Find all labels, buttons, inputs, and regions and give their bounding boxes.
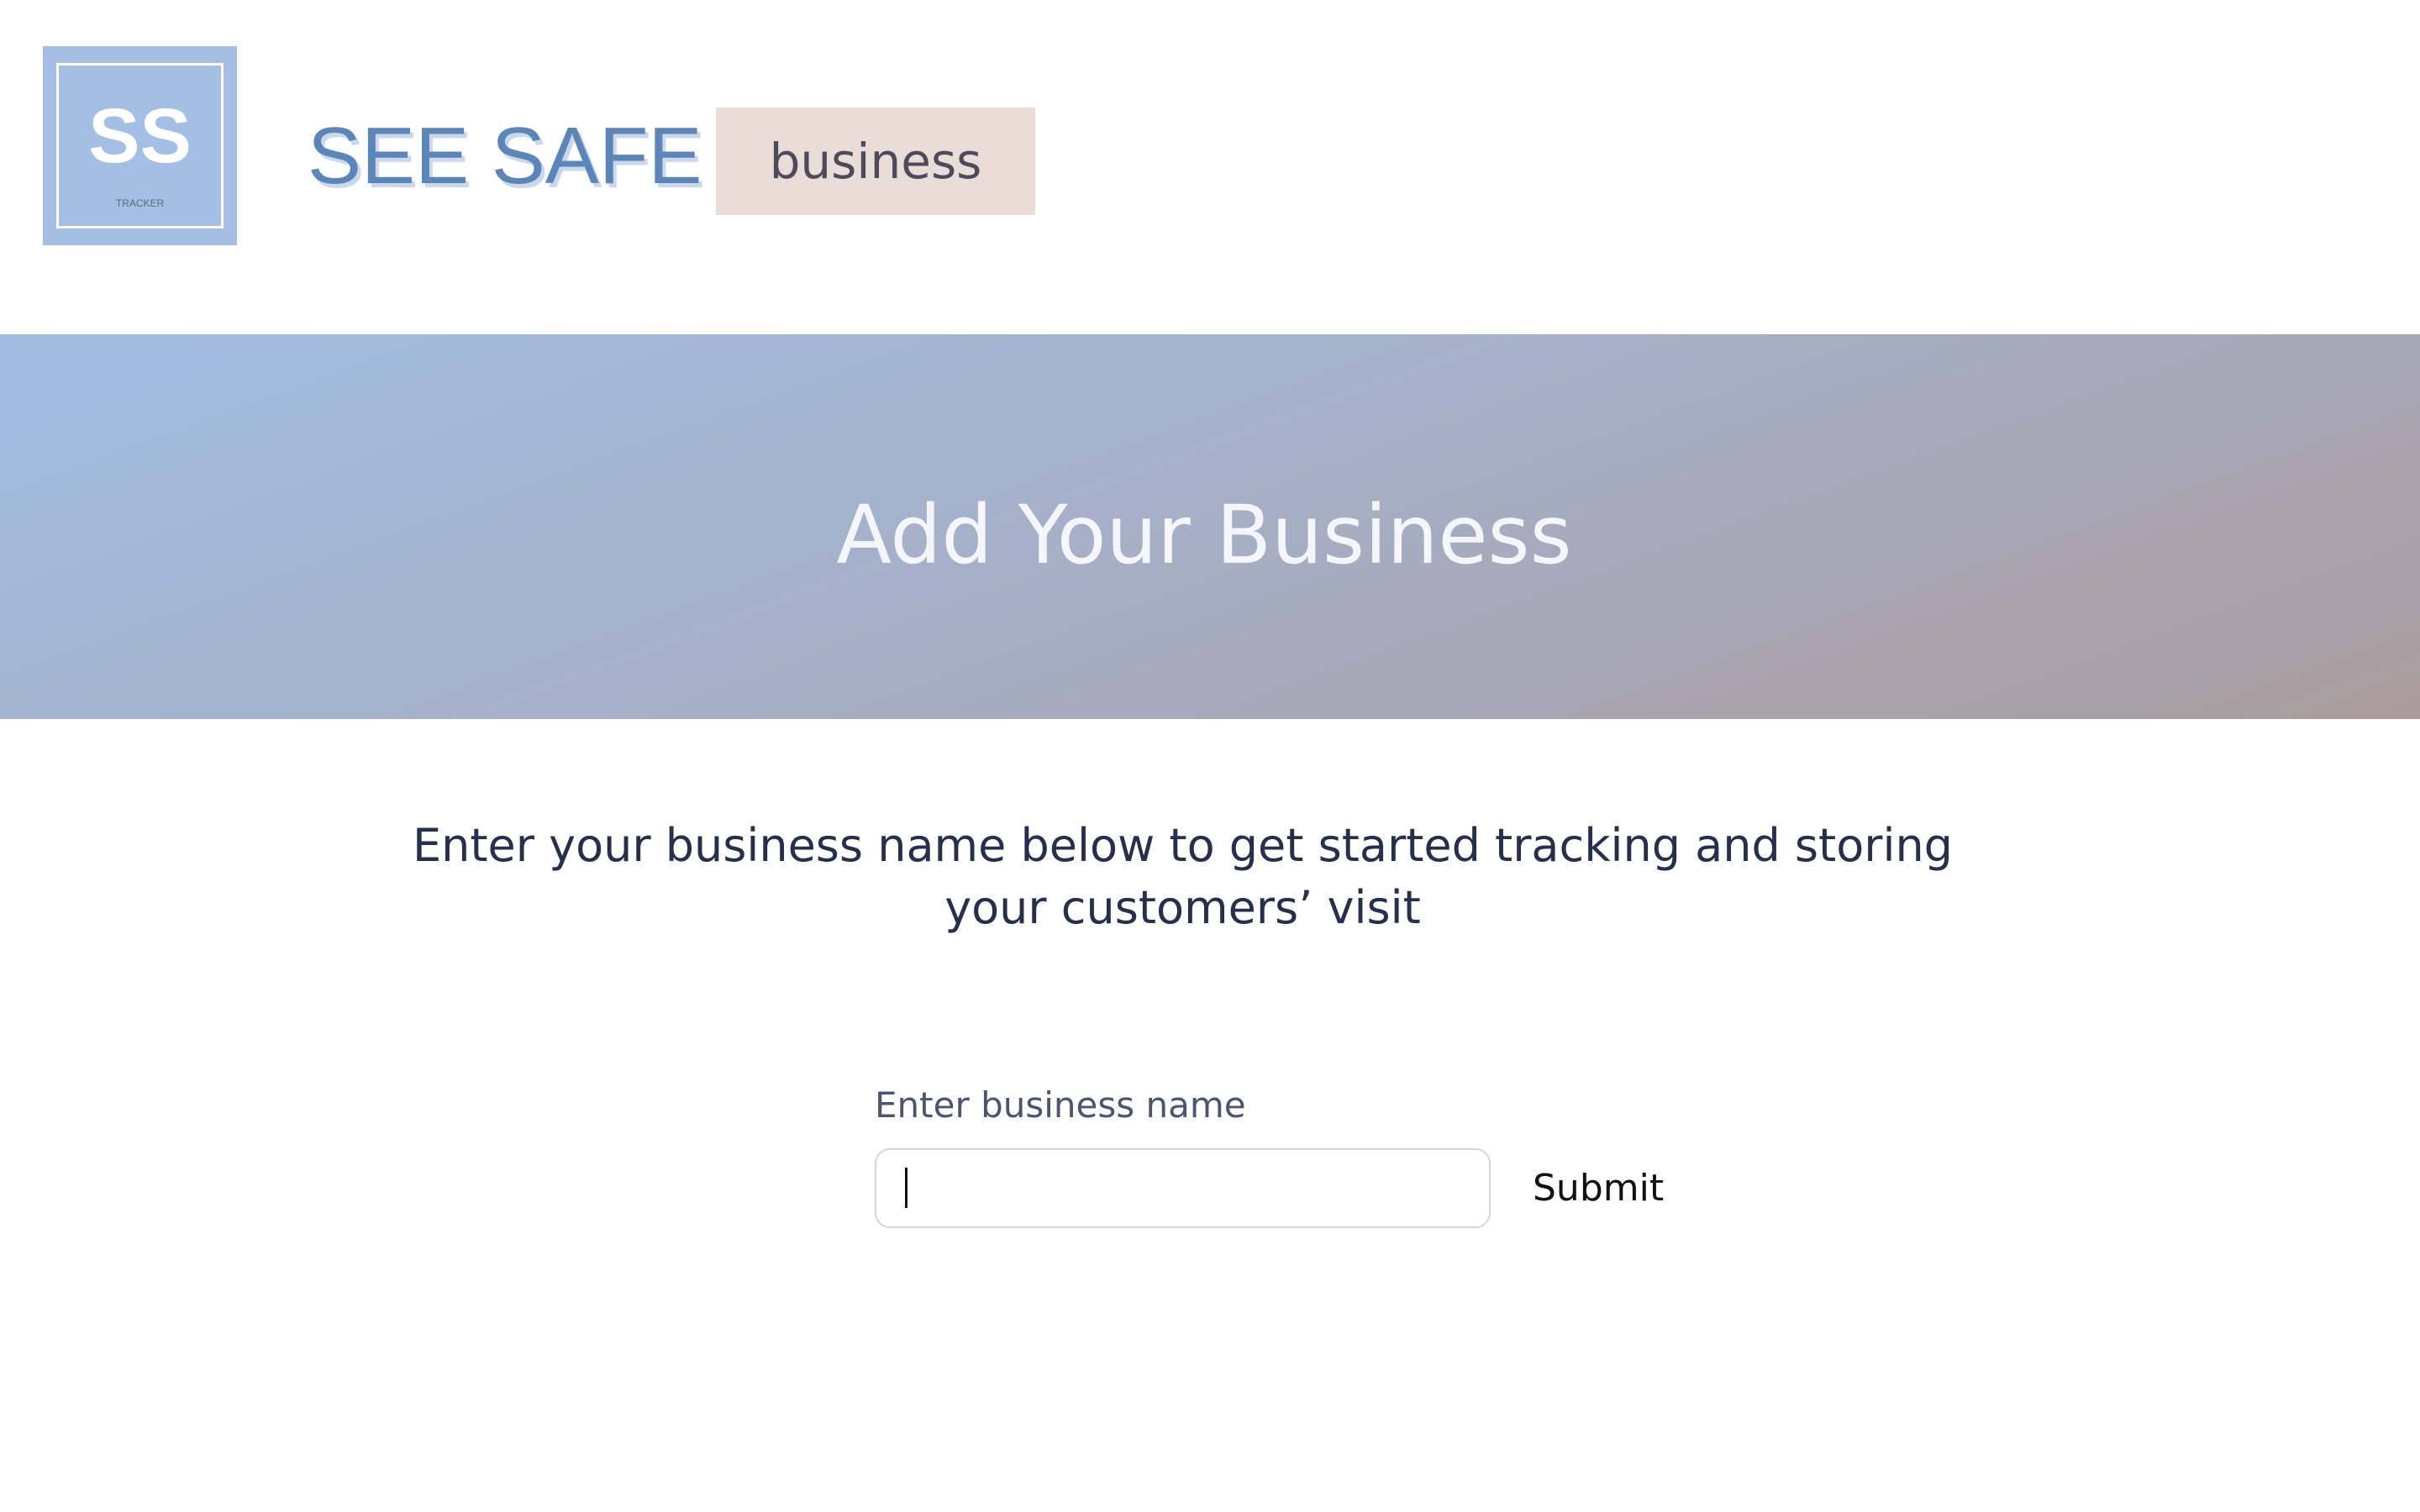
text-caret [905, 1168, 908, 1208]
logo: SS TRACKER [43, 46, 237, 245]
submit-button[interactable]: Submit [1519, 1158, 1677, 1220]
page-title: Add Your Business [836, 488, 1572, 582]
logo-subtitle: TRACKER [115, 197, 165, 209]
brand-title: SEE SAFE [308, 111, 702, 201]
business-name-input[interactable] [875, 1148, 1491, 1228]
business-name-label: Enter business name [875, 1084, 1246, 1126]
brand-badge-label: business [769, 133, 982, 190]
hero-banner: Add Your Business [0, 334, 2420, 719]
intro-text: Enter your business name below to get st… [413, 819, 1953, 934]
brand-badge: business [716, 108, 1035, 215]
logo-initials: SS [88, 93, 192, 179]
